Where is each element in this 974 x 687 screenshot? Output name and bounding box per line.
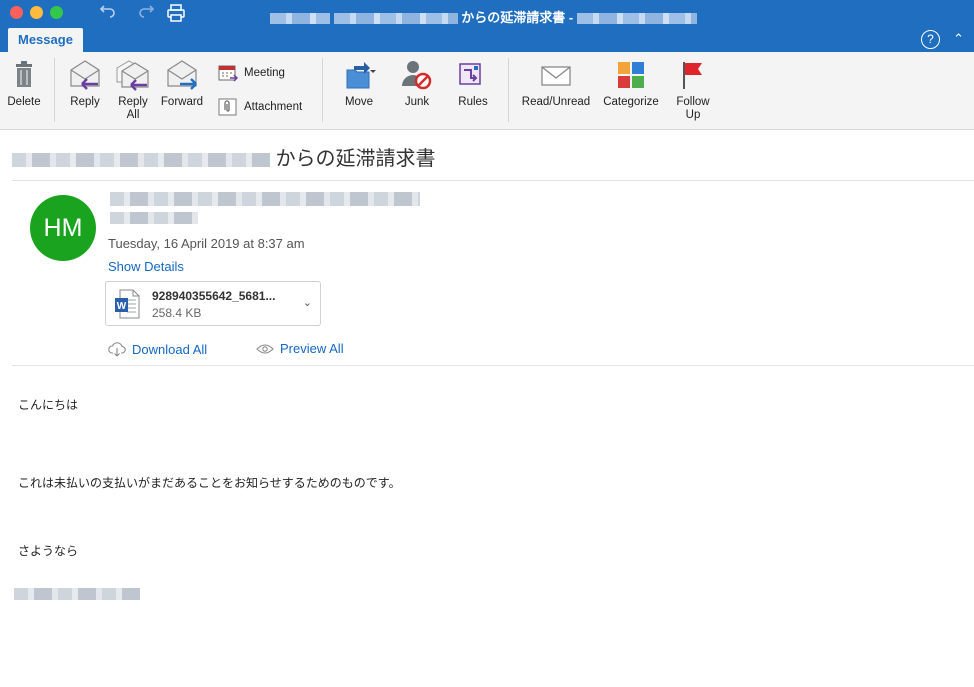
undo-icon[interactable]	[98, 3, 118, 23]
reply-button[interactable]: Reply	[64, 56, 106, 109]
meeting-label: Meeting	[244, 67, 285, 79]
read-unread-button[interactable]: Read/Unread	[518, 56, 594, 109]
redacted-recipient	[110, 212, 198, 224]
preview-all-label: Preview All	[280, 341, 344, 356]
rules-icon	[459, 63, 481, 85]
rules-button[interactable]: Rules	[450, 56, 496, 109]
paperclip-icon	[218, 98, 237, 116]
help-icon[interactable]: ?	[921, 30, 940, 49]
ribbon-tab-row: Message ? ⌃	[0, 28, 974, 52]
rules-label: Rules	[458, 96, 488, 108]
attachment-label: Attachment	[244, 101, 303, 113]
calendar-icon	[218, 65, 238, 82]
ribbon: Delete Reply Reply All Forward Meeting A…	[0, 52, 974, 130]
categorize-icon	[618, 62, 644, 88]
follow-up-button[interactable]: Follow Up	[668, 56, 718, 122]
junk-label: Junk	[404, 96, 430, 108]
window-title: からの延滞請求書 -	[270, 7, 697, 25]
read-unread-label: Read/Unread	[521, 96, 591, 108]
flag-icon	[683, 62, 702, 89]
zoom-window-button[interactable]	[50, 6, 63, 19]
forward-icon	[167, 60, 197, 90]
ribbon-divider	[322, 58, 323, 122]
reply-all-label: Reply	[118, 96, 148, 108]
chevron-down-icon[interactable]: ⌄	[303, 296, 312, 309]
move-button[interactable]: Move	[334, 56, 384, 109]
attachment-name: 928940355642_5681...	[152, 289, 276, 303]
show-details-link[interactable]: Show Details	[108, 259, 184, 274]
reply-all-button[interactable]: Reply All	[111, 56, 155, 122]
subject-text: からの延滞請求書	[275, 148, 436, 170]
download-all-button[interactable]: Download All	[108, 341, 207, 357]
move-folder-icon	[346, 62, 376, 89]
ribbon-divider	[54, 58, 55, 122]
redacted-sender-name	[110, 192, 420, 206]
forward-label: Forward	[160, 96, 204, 108]
redacted-signature	[14, 588, 140, 600]
move-label: Move	[344, 96, 374, 108]
attachment-size: 258.4 KB	[152, 306, 202, 320]
eye-icon	[256, 343, 274, 354]
meeting-button[interactable]: Meeting	[218, 64, 285, 82]
categorize-button[interactable]: Categorize	[598, 56, 664, 109]
svg-text:W: W	[117, 301, 127, 312]
minimize-window-button[interactable]	[30, 6, 43, 19]
follow-up-label: Follow	[676, 96, 710, 108]
tab-message[interactable]: Message	[8, 28, 83, 52]
title-bar: からの延滞請求書 -	[0, 0, 974, 28]
download-all-label: Download All	[132, 341, 208, 357]
junk-icon	[402, 61, 432, 90]
email-date: Tuesday, 16 April 2019 at 8:37 am	[108, 236, 305, 251]
body-main: これは未払いの支払いがまだあることをお知らせするためのものです。	[18, 476, 401, 490]
reply-all-icon	[116, 60, 149, 91]
window-title-text: からの延滞請求書 -	[461, 10, 574, 25]
redo-icon[interactable]	[136, 3, 156, 23]
reply-label: Reply	[70, 96, 100, 108]
divider	[12, 365, 974, 366]
reply-icon	[70, 60, 100, 90]
redacted-sender	[333, 13, 458, 25]
delete-button[interactable]: Delete	[4, 56, 44, 109]
word-document-icon: W	[115, 289, 140, 319]
cloud-download-icon	[108, 342, 126, 357]
ribbon-divider	[508, 58, 509, 122]
collapse-ribbon-icon[interactable]: ⌃	[953, 31, 964, 47]
redacted-sender	[270, 13, 330, 25]
forward-button[interactable]: Forward	[158, 56, 206, 109]
delete-label: Delete	[7, 96, 41, 108]
divider	[12, 180, 974, 181]
email-subject: からの延滞請求書	[12, 142, 436, 171]
avatar: HM	[30, 195, 96, 261]
redacted-account	[576, 13, 697, 25]
print-icon[interactable]	[166, 3, 186, 23]
envelope-icon	[541, 66, 571, 86]
body-greeting: こんにちは	[18, 398, 79, 412]
categorize-label: Categorize	[603, 96, 659, 108]
redacted-subject-prefix	[12, 152, 270, 167]
preview-all-button[interactable]: Preview All	[256, 341, 344, 356]
attachment-button[interactable]: Attachment	[218, 98, 302, 116]
attachment-card[interactable]: W 928940355642_5681... 258.4 KB ⌄	[105, 281, 321, 326]
body-closing: さようなら	[18, 544, 79, 558]
follow-up-label-2: Up	[685, 109, 701, 121]
trash-icon	[16, 61, 32, 87]
reply-all-label-2: All	[126, 109, 140, 121]
junk-button[interactable]: Junk	[392, 56, 442, 109]
close-window-button[interactable]	[10, 6, 23, 19]
